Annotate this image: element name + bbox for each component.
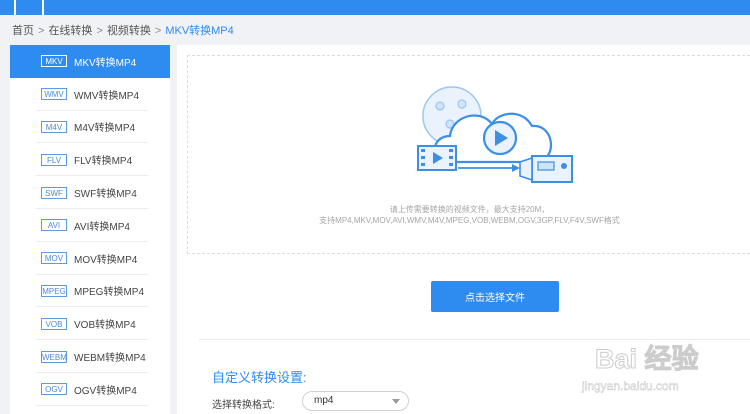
breadcrumb-home[interactable]: 首页 [12,25,34,37]
format-tag: OGV [41,383,67,396]
sidebar-item-label: MPEG转换MP4 [74,287,145,299]
format-tag: MKV [41,55,67,68]
format-select[interactable]: mp4 [302,391,409,411]
format-tag: VOB [41,317,67,330]
upload-hint: 请上传需要转换的视频文件，最大支持20M， [389,205,550,214]
logo[interactable] [14,0,44,15]
chevron-down-icon [392,399,400,404]
sidebar-item-mkv[interactable]: MKV MKV转换MP4 [10,45,170,78]
top-bar [0,0,750,15]
sidebar-item-swf[interactable]: SWF SWF转换MP4 [10,176,170,209]
sidebar-item-label: WMV转换MP4 [74,90,139,102]
sidebar-item-flv[interactable]: FLV FLV转换MP4 [10,143,170,177]
sidebar-item-label: VOB转换MP4 [74,320,136,332]
sidebar-item-avi[interactable]: AVI AVI转换MP4 [10,209,170,242]
sidebar-item-label: AVI转换MP4 [74,221,130,233]
breadcrumb: 首页 > 在线转换 > 视频转换 > MKV转换MP4 [12,22,234,38]
supported-formats-hint: 支持MP4,MKV,MOV,AVI,WMV,M4V,MPEG,VOB,WEBM,… [319,216,620,225]
breadcrumb-level2[interactable]: 视频转换 [107,25,151,37]
sidebar-item-label: MKV转换MP4 [74,57,137,69]
sidebar-item-label: MOV转换MP4 [74,254,138,266]
format-tag: FLV [41,153,67,166]
format-tag: MPEG [41,284,67,297]
settings-title: 自定义转换设置: [212,370,307,385]
format-tag: MOV [41,252,67,265]
format-select-value: mp4 [314,395,334,406]
breadcrumb-separator: > [154,25,162,37]
sidebar-item-label: SWF转换MP4 [74,189,137,201]
watermark-logo: Bai 经验 [595,344,700,375]
sidebar-item-label: M4V转换MP4 [74,123,136,135]
format-tag: WEBM [41,350,67,363]
breadcrumb-separator: > [38,25,45,37]
breadcrumb-current: MKV转换MP4 [165,25,234,37]
sidebar-item-vob[interactable]: VOB VOB转换MP4 [10,307,170,341]
sidebar-item-label: FLV转换MP4 [74,156,133,168]
sidebar-item-ogv[interactable]: OGV OGV转换MP4 [10,373,170,406]
upload-dropzone[interactable]: 请上传需要转换的视频文件，最大支持20M， 支持MP4,MKV,MOV,AVI,… [187,55,750,254]
sidebar-item-wmv[interactable]: WMV WMV转换MP4 [10,78,170,111]
format-tag: M4V [41,120,67,133]
divider [36,404,148,406]
format-tag: SWF [41,186,67,199]
sidebar-item-mov[interactable]: MOV MOV转换MP4 [10,242,170,275]
breadcrumb-separator: > [96,25,103,37]
format-tag: WMV [41,88,67,101]
sidebar-item-label: WEBM转换MP4 [74,353,146,365]
sidebar-item-mpeg[interactable]: MPEG MPEG转换MP4 [10,275,170,308]
format-label: 选择转换格式: [212,400,275,411]
watermark: Bai 经验 jingyan.baidu.com [560,337,750,414]
choose-file-button[interactable]: 点击选择文件 [431,281,559,312]
cloud-video-upload-icon [417,86,573,183]
sidebar: MKV MKV转换MP4 WMV WMV转换MP4 M4V M4V转换MP4 F… [10,45,170,414]
sidebar-item-webm[interactable]: WEBM WEBM转换MP4 [10,340,170,373]
format-tag: AVI [41,219,67,232]
sidebar-item-m4v[interactable]: M4V M4V转换MP4 [10,111,170,144]
watermark-url: jingyan.baidu.com [582,379,679,394]
breadcrumb-level1[interactable]: 在线转换 [48,25,92,37]
sidebar-item-label: OGV转换MP4 [74,385,137,397]
